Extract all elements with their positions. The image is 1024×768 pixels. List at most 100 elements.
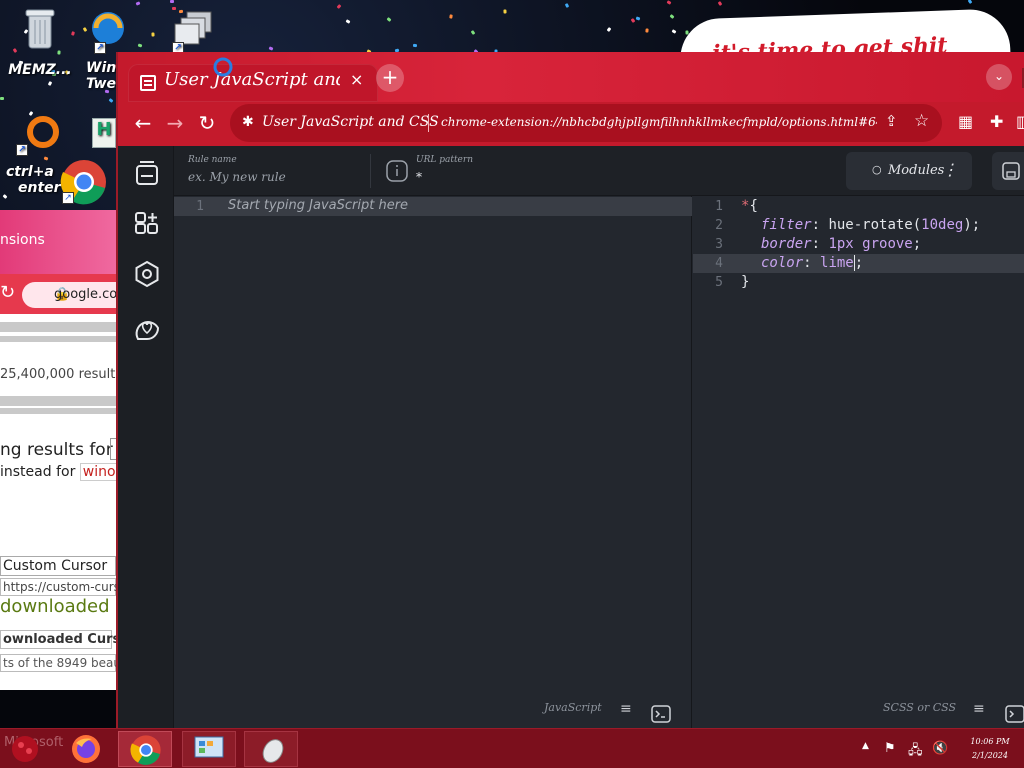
confetti-piece bbox=[108, 98, 114, 103]
css-number: 10deg bbox=[921, 217, 964, 233]
bookmark-star-icon[interactable]: ☆ bbox=[914, 111, 929, 131]
console-icon[interactable] bbox=[651, 705, 671, 723]
control-panel-icon bbox=[194, 736, 224, 758]
result-heading[interactable]: downloaded c bbox=[0, 596, 118, 617]
css-value: hue-rotate( bbox=[828, 217, 922, 233]
navigation-bar: ← → ↻ ✱ User JavaScript and CSS chrome-e… bbox=[118, 102, 1024, 146]
action-center-flag-icon[interactable]: ⚑ bbox=[884, 741, 896, 756]
sidebar-icon[interactable]: ▥ bbox=[1016, 112, 1024, 131]
confetti-piece bbox=[336, 4, 342, 9]
background-tab-title: nsions bbox=[0, 232, 45, 248]
mouse-icon bbox=[262, 739, 284, 763]
extension-page-icon bbox=[140, 75, 156, 91]
url-text[interactable]: chrome-extension://nbhcbdghjpllgmfilhnhk… bbox=[441, 115, 877, 129]
result-url[interactable]: https://custom-cursor bbox=[0, 578, 118, 596]
background-url: google.com bbox=[54, 287, 118, 302]
clock-time: 10:06 PM bbox=[970, 737, 1010, 746]
save-button[interactable]: S bbox=[992, 152, 1024, 190]
css-property: border bbox=[761, 236, 812, 252]
desktop: it's time to get shit MEMZ... ↗ Win Twe … bbox=[0, 0, 1024, 768]
rule-name-input[interactable]: ex. My new rule bbox=[188, 170, 286, 184]
module-dot-icon: ○ bbox=[872, 163, 882, 176]
taskbar-control-panel-button[interactable] bbox=[182, 731, 236, 767]
background-tab[interactable]: nsions bbox=[0, 210, 118, 274]
tab-close-icon[interactable]: × bbox=[350, 70, 363, 89]
line-number: 1 bbox=[196, 199, 204, 214]
recycle-bin-icon bbox=[25, 9, 55, 49]
js-mode-label: JavaScript bbox=[544, 701, 602, 714]
forward-button[interactable]: → bbox=[162, 110, 188, 136]
confetti-piece bbox=[645, 28, 649, 33]
search-instead-link[interactable]: winoc bbox=[79, 463, 118, 481]
css-line-1: *{ bbox=[741, 198, 758, 214]
modules-button[interactable]: ○ Modules ⋮ bbox=[846, 152, 972, 190]
extension-page-button-icon[interactable]: ▦ bbox=[958, 112, 973, 131]
desktop-icon-memz[interactable]: MEMZ... bbox=[2, 6, 78, 78]
confetti-piece bbox=[717, 1, 723, 6]
reload-icon[interactable]: ↻ bbox=[0, 282, 15, 303]
confetti-piece bbox=[151, 32, 155, 37]
results-count: 25,400,000 results bbox=[0, 367, 118, 382]
css-editor[interactable]: 1 *{ 2 filter: hue-rotate(10deg); 3 bord… bbox=[693, 196, 1024, 729]
desktop-icon-hex[interactable]: H bbox=[92, 118, 116, 148]
confetti-piece bbox=[268, 46, 274, 51]
confetti-piece bbox=[345, 19, 351, 24]
title-bar: User JavaScript and × + ⌄ bbox=[118, 52, 1024, 102]
tab-user-javascript[interactable]: User JavaScript and × bbox=[128, 64, 378, 102]
css-value: groove bbox=[853, 236, 913, 252]
format-icon[interactable]: ≡ bbox=[620, 701, 632, 725]
back-button[interactable]: ← bbox=[130, 110, 156, 136]
css-terminator: ; bbox=[853, 255, 864, 271]
url-pattern-input[interactable]: * bbox=[416, 170, 422, 184]
css-property: color bbox=[761, 255, 804, 271]
confetti-piece bbox=[666, 0, 672, 5]
css-line-2: filter: hue-rotate(10deg); bbox=[761, 217, 981, 233]
extensions-puzzle-icon[interactable]: ✚ bbox=[990, 112, 1003, 131]
css-line-4: color: lime; bbox=[761, 255, 864, 271]
confetti-piece bbox=[635, 16, 641, 21]
network-icon[interactable]: 🖧 bbox=[908, 741, 923, 763]
css-terminator: ); bbox=[963, 217, 981, 233]
settings-icon[interactable] bbox=[133, 260, 161, 288]
background-browser-window[interactable]: nsions ↻ 🔒 google.com 25,400,000 results… bbox=[0, 210, 118, 690]
hex-editor-icon: H bbox=[96, 119, 112, 140]
tab-search-button[interactable]: ⌄ bbox=[986, 64, 1012, 90]
firefox-icon[interactable] bbox=[70, 733, 102, 765]
format-icon[interactable]: ≡ bbox=[973, 701, 985, 725]
line-number: 4 bbox=[715, 256, 723, 271]
result-snippet: ts of the 8949 beau bbox=[0, 654, 118, 672]
cursor-ring-icon bbox=[213, 57, 233, 77]
confetti-piece bbox=[169, 0, 175, 4]
tab-title: User JavaScript and bbox=[164, 69, 340, 90]
editor-sidebar bbox=[118, 146, 174, 729]
background-omnibox[interactable]: 🔒 google.com bbox=[22, 282, 118, 308]
share-icon[interactable]: ⇪ bbox=[885, 112, 898, 130]
taskbar: Microsoft ▲ bbox=[0, 728, 1024, 768]
save-icon bbox=[1002, 162, 1020, 180]
taskbar-mouse-button[interactable] bbox=[244, 731, 298, 767]
info-icon[interactable] bbox=[386, 160, 408, 182]
reload-button[interactable]: ↻ bbox=[194, 110, 220, 136]
add-rule-icon[interactable] bbox=[133, 210, 161, 238]
browser-window[interactable]: User JavaScript and × + ⌄ ← → ↻ ✱ User J… bbox=[116, 52, 1024, 729]
start-orb-icon[interactable] bbox=[8, 733, 42, 765]
javascript-editor[interactable]: 1 Start typing JavaScript here JavaScrip… bbox=[174, 196, 692, 729]
css-brace-open: { bbox=[749, 198, 758, 214]
line-number: 3 bbox=[715, 237, 723, 252]
orange-ring-icon bbox=[27, 116, 59, 148]
system-clock[interactable]: 10:06 PM 2/1/2024 bbox=[962, 735, 1018, 763]
result-title[interactable]: Custom Cursor bbox=[0, 556, 116, 576]
volume-muted-icon[interactable]: 🔇 bbox=[932, 741, 948, 756]
confetti-piece bbox=[669, 14, 675, 19]
donate-heart-icon[interactable] bbox=[133, 314, 161, 342]
address-bar[interactable]: ✱ User JavaScript and CSS chrome-extensi… bbox=[230, 104, 942, 142]
rules-list-icon[interactable] bbox=[133, 158, 161, 186]
background-address-bar[interactable]: ↻ 🔒 google.com bbox=[0, 274, 118, 314]
more-options-icon[interactable]: ⋮ bbox=[942, 160, 958, 179]
new-tab-button[interactable]: + bbox=[376, 64, 404, 92]
line-number: 5 bbox=[715, 275, 723, 290]
taskbar-chrome-button[interactable] bbox=[118, 731, 172, 767]
desktop-icon-windows[interactable]: ↗ bbox=[172, 10, 216, 54]
show-hidden-icons-button[interactable]: ▲ bbox=[862, 741, 869, 751]
console-icon[interactable] bbox=[1005, 705, 1024, 723]
